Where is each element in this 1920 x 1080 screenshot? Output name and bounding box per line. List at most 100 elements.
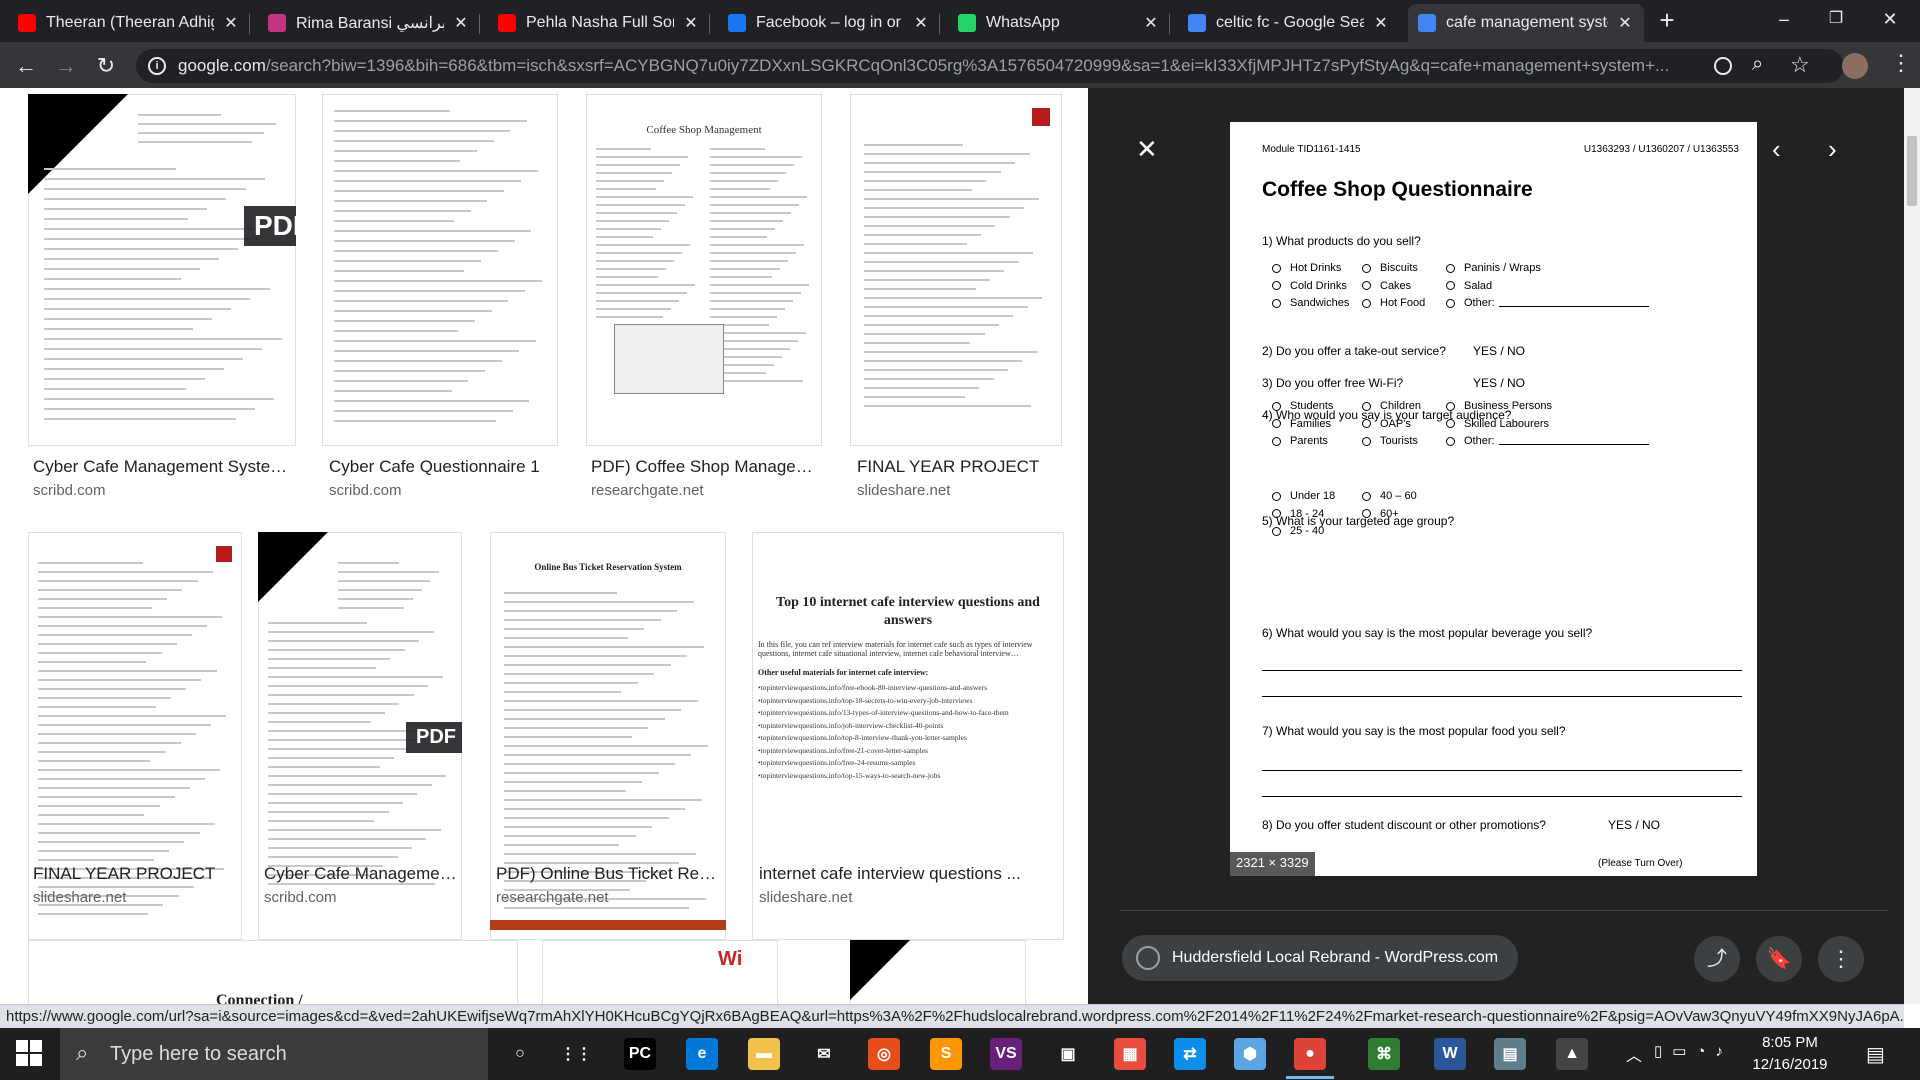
result-title[interactable]: FINAL YEAR PROJECT [857,457,1069,477]
tab-1[interactable]: Theeran (Theeran Adhigaram Ondru) ✕ [8,4,250,42]
close-tab-icon[interactable]: ✕ [912,13,930,33]
page-scrollbar[interactable] [1904,88,1920,1004]
text-line [44,288,270,290]
word-icon[interactable]: W [1434,1038,1466,1070]
app-icon[interactable]: ◎ [868,1038,900,1070]
tab-3[interactable]: Pehla Nasha Full Song ✕ [488,4,710,42]
notifications-icon[interactable]: ▤ [1866,1042,1885,1067]
text-line [710,164,794,166]
preview-image[interactable]: Module TID1161-1415 U1363293 / U1360207 … [1230,122,1757,876]
close-tab-icon[interactable]: ✕ [682,13,700,33]
new-tab-button[interactable]: + [1652,6,1682,36]
chrome-icon[interactable]: ● [1294,1038,1326,1070]
option-radio: Business Persons [1446,400,1552,412]
result-thumbnail[interactable]: Wi [542,940,778,1004]
result-source[interactable]: scribd.com [33,482,106,499]
tab-6[interactable]: celtic fc - Google Search ✕ [1178,4,1400,42]
tab-title: Facebook – log in or sign up [756,14,904,31]
teamviewer-icon[interactable]: ⇄ [1174,1038,1206,1070]
result-thumbnail[interactable]: PDF [28,94,296,446]
tab-4[interactable]: Facebook – log in or sign up ✕ [718,4,940,42]
store-icon[interactable]: ▣ [1052,1038,1084,1070]
result-thumbnail[interactable] [850,940,1026,1004]
text-line [710,260,788,262]
result-source[interactable]: researchgate.net [591,482,704,499]
result-source[interactable]: scribd.com [329,482,402,499]
result-title[interactable]: PDF) Coffee Shop Manage… [591,457,827,477]
text-line [44,198,227,200]
result-source[interactable]: slideshare.net [857,482,950,499]
save-button[interactable]: 🔖 [1756,936,1802,982]
text-line [268,658,391,660]
taskbar-search-box[interactable]: ⌕ Type here to search [60,1028,488,1080]
close-tab-icon[interactable]: ✕ [1372,13,1390,33]
forward-button[interactable]: → [52,52,80,80]
next-image-button[interactable]: › [1828,134,1837,165]
result-title[interactable]: FINAL YEAR PROJECT [33,864,247,884]
scroll-thumb[interactable] [1907,136,1917,206]
result-thumbnail[interactable]: Coffee Shop Management [586,94,822,446]
close-tab-icon[interactable]: ✕ [1616,13,1634,33]
show-hidden-icons[interactable]: ︿ [1626,1042,1642,1066]
tray-icons[interactable]: ▯▭◔♪ [1654,1042,1733,1060]
text-line [596,212,677,214]
maximize-button[interactable]: ❐ [1816,4,1856,34]
location-icon[interactable] [1714,57,1732,75]
more-options-button[interactable]: ⋮ [1818,936,1864,982]
clock-date[interactable]: 12/16/2019 [1750,1056,1830,1073]
result-source[interactable]: slideshare.net [759,889,852,906]
windows-start-icon[interactable] [16,1040,42,1066]
option-label: Other: [1464,297,1495,309]
close-tab-icon[interactable]: ✕ [222,13,240,33]
previous-image-button[interactable]: ‹ [1772,134,1781,165]
office-icon[interactable]: ▦ [1114,1038,1146,1070]
site-info-icon[interactable]: i [148,57,166,75]
sublime-icon[interactable]: S [930,1038,962,1070]
text-line [504,727,649,729]
menu-kebab-icon[interactable]: ⋮ [1890,50,1912,76]
share-button[interactable]: ⤴ [1694,936,1740,982]
source-chip[interactable]: Huddersfield Local Rebrand - WordPress.c… [1122,935,1519,981]
close-preview-button[interactable]: ✕ [1136,134,1158,165]
radio-circle-icon [1446,436,1455,446]
result-title[interactable]: internet cafe interview questions ... [759,864,1071,884]
text-line [504,745,708,747]
profile-avatar[interactable] [1842,53,1868,79]
tab-2[interactable]: Rima Baransi ريما برانسي ✕ [258,4,480,42]
text-line [334,420,496,422]
reload-button[interactable]: ↻ [92,52,120,80]
terminal-icon[interactable]: ⌘ [1368,1038,1400,1070]
timeline-icon[interactable]: ⋮⋮ [560,1038,592,1070]
clock-time[interactable]: 8:05 PM [1750,1034,1830,1051]
result-title[interactable]: Cyber Cafe Management Syste… [33,457,293,477]
photos-icon[interactable]: ▲ [1556,1038,1588,1070]
network-app-icon[interactable]: ▤ [1494,1038,1526,1070]
minimize-button[interactable]: – [1764,4,1804,34]
address-bar[interactable]: google.com/search?biw=1396&bih=686&tbm=i… [136,49,1844,83]
edge-icon[interactable]: e [686,1038,718,1070]
mail-icon[interactable]: ✉ [808,1038,840,1070]
file-explorer-icon[interactable]: ▬ [748,1038,780,1070]
search-icon: ⌕ [76,1040,89,1065]
zoom-icon[interactable]: ⌕ [1752,53,1763,76]
close-window-button[interactable]: ✕ [1870,4,1910,34]
bookmark-star-icon[interactable]: ☆ [1790,52,1810,78]
close-tab-icon[interactable]: ✕ [452,13,470,33]
visual-studio-icon[interactable]: VS [990,1038,1022,1070]
result-title[interactable]: Cyber Cafe Manageme… [264,864,468,884]
virtualbox-icon[interactable]: ⬢ [1234,1038,1266,1070]
result-thumbnail[interactable] [322,94,558,446]
close-tab-icon[interactable]: ✕ [1142,13,1160,33]
result-source[interactable]: researchgate.net [496,889,609,906]
task-view-icon[interactable]: ○ [504,1038,536,1070]
result-thumbnail[interactable]: Connection / [28,940,518,1004]
tab-7[interactable]: cafe management system ✕ [1408,4,1644,42]
result-title[interactable]: PDF) Online Bus Ticket Re… [496,864,732,884]
tab-5[interactable]: WhatsApp ✕ [948,4,1170,42]
result-source[interactable]: scribd.com [264,889,337,906]
result-title[interactable]: Cyber Cafe Questionnaire 1 [329,457,565,477]
pycharm-icon[interactable]: PC [624,1038,656,1070]
result-thumbnail[interactable] [850,94,1062,446]
back-button[interactable]: ← [12,52,40,80]
result-source[interactable]: slideshare.net [33,889,126,906]
